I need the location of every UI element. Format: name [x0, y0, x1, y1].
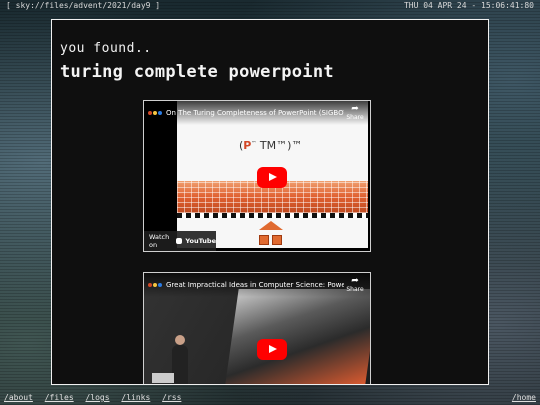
- video-title[interactable]: On The Turing Completeness of PowerPoint…: [166, 109, 344, 117]
- content-panel: you found.. turing complete powerpoint (…: [51, 19, 489, 385]
- footer-links: /about /files /logs /links /rss: [4, 391, 188, 405]
- page-title: turing complete powerpoint: [60, 62, 334, 82]
- share-button[interactable]: ➦ Share: [344, 276, 366, 294]
- play-button-icon[interactable]: [257, 339, 287, 360]
- nav-link-files[interactable]: /files: [45, 393, 74, 402]
- footer-right: /home: [512, 391, 536, 405]
- slide-buttons: [259, 235, 282, 245]
- nav-link-about[interactable]: /about: [4, 393, 33, 402]
- play-button-icon[interactable]: [257, 167, 287, 188]
- channel-logo-icon[interactable]: [148, 280, 162, 290]
- youtube-logo-icon: [176, 238, 183, 244]
- slide-arrow-icon: [259, 221, 283, 230]
- nav-link-logs[interactable]: /logs: [85, 393, 109, 402]
- share-button[interactable]: ➦ Share: [344, 104, 366, 122]
- video-embed-1[interactable]: (P™ TM™)™ On The Turing Completeness of …: [143, 100, 371, 252]
- video-header: On The Turing Completeness of PowerPoint…: [144, 101, 370, 125]
- slide-heading: (P™ TM™)™: [239, 139, 303, 152]
- watch-on-youtube-button[interactable]: Watch on YouTube: [144, 231, 216, 251]
- current-path: [ sky://files/advent/2021/day9 ]: [6, 1, 161, 10]
- video-header: Great Impractical Ideas in Computer Scie…: [144, 273, 370, 297]
- nav-link-home[interactable]: /home: [512, 393, 536, 402]
- video-embed-2[interactable]: Great Impractical Ideas in Computer Scie…: [143, 272, 371, 384]
- channel-logo-icon[interactable]: [148, 108, 162, 118]
- top-status-bar: [ sky://files/advent/2021/day9 ] THU 04 …: [0, 0, 540, 12]
- share-icon: ➦: [351, 104, 359, 114]
- presenter: [172, 335, 188, 384]
- footer-nav: /about /files /logs /links /rss /home: [0, 391, 540, 405]
- projector-screen: [225, 289, 370, 384]
- slide-keys: [177, 213, 368, 218]
- laptop: [152, 373, 174, 383]
- clock: THU 04 APR 24 - 15:06:41:80: [403, 1, 534, 10]
- share-icon: ➦: [351, 276, 359, 286]
- nav-link-rss[interactable]: /rss: [162, 393, 181, 402]
- video-title[interactable]: Great Impractical Ideas in Computer Scie…: [166, 281, 344, 289]
- nav-link-links[interactable]: /links: [121, 393, 150, 402]
- kicker-text: you found..: [60, 41, 152, 56]
